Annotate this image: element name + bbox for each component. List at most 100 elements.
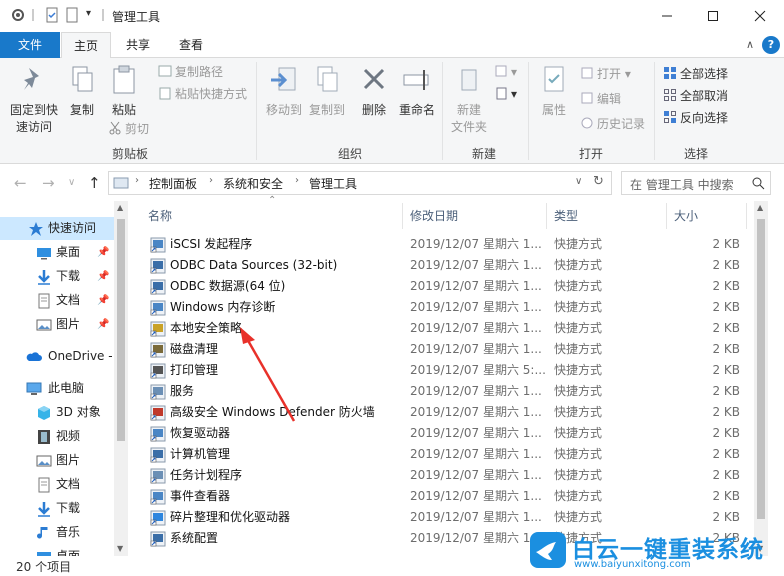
nav-item-music[interactable]: 音乐 <box>0 521 114 544</box>
file-row[interactable]: 打印管理 2019/12/07 星期六 5:... 快捷方式 2 KB <box>140 360 750 381</box>
tab-view[interactable]: 查看 <box>167 32 215 58</box>
pin-icon[interactable]: 📌 <box>97 265 109 288</box>
breadcrumb-admin-tools[interactable]: 管理工具 <box>309 175 357 192</box>
maximize-button[interactable] <box>690 0 736 31</box>
scroll-down-icon[interactable]: ▼ <box>117 544 123 553</box>
breadcrumb-control-panel[interactable]: 控制面板 <box>149 175 197 192</box>
select-all-button[interactable]: 全部选择 <box>663 64 728 84</box>
file-row[interactable]: 任务计划程序 2019/12/07 星期六 1... 快捷方式 2 KB <box>140 465 750 486</box>
delete-button[interactable]: 删除 <box>356 64 392 118</box>
breadcrumb-chevron-icon[interactable]: › <box>135 175 139 186</box>
file-row[interactable]: ODBC Data Sources (32-bit) 2019/12/07 星期六… <box>140 255 750 276</box>
column-divider[interactable] <box>666 203 667 229</box>
help-icon[interactable]: ? <box>762 36 780 54</box>
tab-home[interactable]: 主页 <box>61 32 112 59</box>
paste-shortcut-button[interactable]: 粘贴快捷方式 <box>158 84 247 104</box>
file-row[interactable]: 磁盘清理 2019/12/07 星期六 1... 快捷方式 2 KB <box>140 339 750 360</box>
breadcrumb-chevron-icon[interactable]: › <box>209 175 213 186</box>
close-button[interactable] <box>737 0 783 31</box>
nav-item-downloads-pc[interactable]: 下载 <box>0 497 114 520</box>
nav-item-onedrive[interactable]: OneDrive - <box>0 345 114 368</box>
copy-path-button[interactable]: 复制路径 <box>158 62 223 82</box>
nav-item-3d-objects[interactable]: 3D 对象 <box>0 401 114 424</box>
recent-locations-icon[interactable]: ∨ <box>68 177 75 188</box>
minimize-button[interactable] <box>644 0 690 31</box>
file-row[interactable]: ODBC 数据源(64 位) 2019/12/07 星期六 1... 快捷方式 2 K… <box>140 276 750 297</box>
pin-icon[interactable]: 📌 <box>97 313 109 336</box>
nav-item-desktop-pc[interactable]: 桌面 <box>0 545 114 556</box>
column-divider[interactable] <box>746 203 747 229</box>
rename-button[interactable]: 重命名 <box>396 64 438 118</box>
nav-item-desktop[interactable]: 桌面 📌 <box>0 241 114 264</box>
file-date: 2019/12/07 星期六 1... <box>410 384 542 398</box>
cloud-icon <box>26 352 42 361</box>
qat-properties-icon[interactable] <box>44 7 60 23</box>
file-row[interactable]: 计算机管理 2019/12/07 星期六 1... 快捷方式 2 KB <box>140 444 750 465</box>
scroll-up-icon[interactable]: ▲ <box>117 203 123 212</box>
copy-to-button[interactable]: 复制到 <box>306 64 348 118</box>
paste-icon <box>113 65 135 94</box>
file-row[interactable]: 事件查看器 2019/12/07 星期六 1... 快捷方式 2 KB <box>140 486 750 507</box>
column-header-name[interactable]: 名称 <box>148 203 172 229</box>
file-row[interactable]: 高级安全 Windows Defender 防火墙 2019/12/07 星期六 … <box>140 402 750 423</box>
properties-gear-icon[interactable] <box>10 7 26 23</box>
breadcrumb-chevron-icon[interactable]: › <box>295 175 299 186</box>
column-divider[interactable] <box>546 203 547 229</box>
copy-button[interactable]: 复制 <box>64 64 100 118</box>
file-list-scrollbar[interactable]: ▲ ▼ <box>754 201 768 556</box>
tab-share[interactable]: 共享 <box>114 32 162 58</box>
file-row[interactable]: 服务 2019/12/07 星期六 1... 快捷方式 2 KB <box>140 381 750 402</box>
select-none-button[interactable]: 全部取消 <box>663 86 728 106</box>
open-button[interactable]: 打开 ▾ <box>580 64 631 84</box>
nav-scrollbar-thumb[interactable] <box>117 219 125 441</box>
new-item-button[interactable]: ▾ <box>494 62 517 82</box>
edit-button[interactable]: 编辑 <box>580 89 621 109</box>
file-row[interactable]: 本地安全策略 2019/12/07 星期六 1... 快捷方式 2 KB <box>140 318 750 339</box>
back-arrow-icon[interactable]: ← <box>14 174 27 192</box>
paste-button[interactable]: 粘贴 <box>106 64 142 118</box>
cut-button[interactable]: 剪切 <box>108 119 149 139</box>
breadcrumb-system-security[interactable]: 系统和安全 <box>223 175 283 192</box>
nav-item-this-pc[interactable]: 此电脑 <box>0 377 114 400</box>
scroll-up-icon[interactable]: ▲ <box>757 203 763 212</box>
ribbon-collapse-icon[interactable]: ∧ <box>741 36 759 54</box>
qat-new-folder-icon[interactable] <box>64 7 80 23</box>
column-divider[interactable] <box>402 203 403 229</box>
file-row[interactable]: 碎片整理和优化驱动器 2019/12/07 星期六 1... 快捷方式 2 KB <box>140 507 750 528</box>
nav-item-videos[interactable]: 视频 <box>0 425 114 448</box>
nav-item-downloads[interactable]: 下载 📌 <box>0 265 114 288</box>
file-row[interactable]: 恢复驱动器 2019/12/07 星期六 1... 快捷方式 2 KB <box>140 423 750 444</box>
invert-selection-button[interactable]: 反向选择 <box>663 108 728 128</box>
shortcut-file-icon <box>150 468 166 484</box>
address-bar[interactable]: › 控制面板 › 系统和安全 › 管理工具 ∨ ↻ <box>108 171 612 195</box>
pin-icon[interactable]: 📌 <box>97 241 109 264</box>
column-header-type[interactable]: 类型 <box>554 203 578 229</box>
nav-item-documents[interactable]: 文档 📌 <box>0 289 114 312</box>
nav-item-documents-pc[interactable]: 文档 <box>0 473 114 496</box>
pin-quick-access-button[interactable]: 固定到快 速访问 <box>8 64 60 135</box>
nav-item-quick-access[interactable]: 快速访问 <box>0 217 114 240</box>
pin-icon[interactable]: 📌 <box>97 289 109 312</box>
file-row[interactable]: Windows 内存诊断 2019/12/07 星期六 1... 快捷方式 2 KB <box>140 297 750 318</box>
up-arrow-icon[interactable]: ↑ <box>88 174 101 192</box>
nav-item-pictures-pc[interactable]: 图片 <box>0 449 114 472</box>
move-to-button[interactable]: 移动到 <box>263 64 305 118</box>
address-dropdown-icon[interactable]: ∨ <box>575 176 582 187</box>
refresh-icon[interactable]: ↻ <box>593 174 604 189</box>
search-box[interactable]: 在 管理工具 中搜索 <box>621 171 771 195</box>
nav-item-pictures[interactable]: 图片 📌 <box>0 313 114 336</box>
open-label: 打开 <box>597 67 622 81</box>
column-header-date[interactable]: 修改日期 <box>410 203 458 229</box>
easy-access-button[interactable]: ▾ <box>494 84 517 104</box>
file-type: 快捷方式 <box>554 489 603 503</box>
nav-scrollbar[interactable]: ▲ ▼ <box>114 201 128 556</box>
file-size: 2 KB <box>712 384 740 398</box>
file-row[interactable]: iSCSI 发起程序 2019/12/07 星期六 1... 快捷方式 2 KB <box>140 234 750 255</box>
properties-button[interactable]: 属性 <box>536 64 572 118</box>
tab-file[interactable]: 文件 <box>0 32 60 58</box>
file-list-scrollbar-thumb[interactable] <box>757 219 765 519</box>
history-button[interactable]: 历史记录 <box>580 114 645 134</box>
new-folder-button[interactable]: 新建 文件夹 <box>448 64 490 135</box>
column-header-size[interactable]: 大小 <box>674 203 698 229</box>
forward-arrow-icon[interactable]: → <box>42 174 55 192</box>
